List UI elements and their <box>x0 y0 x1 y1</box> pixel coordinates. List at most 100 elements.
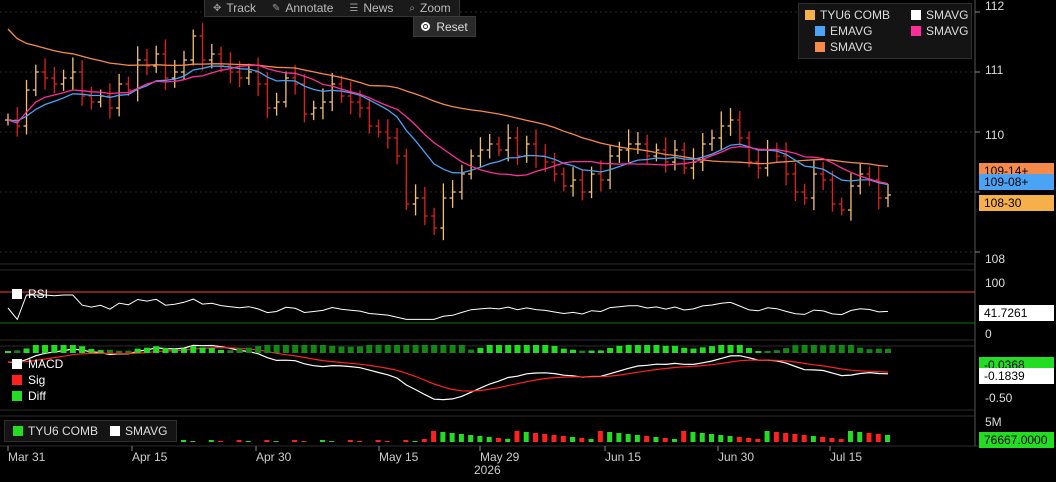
x-label: Jul 15 <box>830 450 863 464</box>
volume-bar <box>523 432 529 442</box>
volume-bar <box>829 438 835 442</box>
price-tag-emavg: 109-08+ <box>979 174 1054 190</box>
legend-item[interactable]: EMAVG <box>815 24 872 38</box>
volume-bar <box>579 438 585 442</box>
price-chart[interactable] <box>0 0 1056 477</box>
macd-diff-bar <box>727 345 734 353</box>
macd-diff-bar <box>421 345 428 353</box>
macd-diff-bar <box>236 348 243 353</box>
macd-diff-bar <box>681 347 688 353</box>
macd-diff-bar <box>319 345 326 353</box>
volume-bar <box>718 435 724 442</box>
volume-sma-legend-item[interactable]: SMAVG <box>125 424 167 438</box>
legend-item[interactable]: SMAVG <box>911 24 968 38</box>
macd-diff-bar <box>792 345 799 353</box>
macd-diff-bar <box>801 345 808 353</box>
volume-bar <box>505 439 511 442</box>
volume-bar <box>653 437 659 442</box>
volume-bar <box>357 441 362 442</box>
chart-stage[interactable] <box>0 0 1056 477</box>
zoom-button[interactable]: ⌕ Zoom <box>401 0 458 16</box>
legend-item[interactable]: SMAVG <box>911 8 968 22</box>
reset-button[interactable]: Reset <box>413 16 476 37</box>
volume-legend-item[interactable]: TYU6 COMB <box>28 424 98 438</box>
macd-diff-bar <box>449 345 456 353</box>
volume-bar <box>644 436 650 442</box>
x-label: Apr 30 <box>256 450 292 464</box>
legend-item[interactable]: TYU6 COMB <box>805 8 890 22</box>
macd-diff-bar <box>282 345 289 353</box>
macd-diff-bar <box>625 345 632 353</box>
volume-bar <box>440 432 446 442</box>
rsi-tick: 100 <box>985 276 1006 290</box>
macd-diff-bar <box>885 348 891 353</box>
macd-diff-bar <box>551 345 558 353</box>
volume-bar <box>421 439 427 442</box>
signal-line <box>7 346 889 392</box>
macd-diff-bar <box>458 345 465 353</box>
magnifier-icon: ⌕ <box>409 2 415 14</box>
x-year-label: 2026 <box>474 463 501 477</box>
news-button[interactable]: ☰ News <box>341 0 401 16</box>
macd-diff-bar <box>134 348 141 353</box>
macd-diff-bar <box>671 345 678 353</box>
radio-icon <box>421 22 431 31</box>
legend-swatch <box>815 26 825 36</box>
news-icon: ☰ <box>349 2 359 14</box>
volume-bar <box>588 439 594 442</box>
macd-diff-bar <box>505 345 512 353</box>
macd-diff-bar <box>523 345 530 353</box>
rsi-label[interactable]: RSI <box>12 287 48 301</box>
macd-diff-bar <box>755 350 762 353</box>
macd-diff-bar <box>5 351 11 353</box>
track-button[interactable]: ✥ Track <box>205 0 264 16</box>
volume-bar <box>431 431 437 442</box>
macd-diff-bar <box>820 345 827 353</box>
volume-bar <box>329 441 335 442</box>
macd-label[interactable]: MACD <box>12 357 63 371</box>
legend-item[interactable]: SMAVG <box>815 40 872 54</box>
volume-bar <box>746 438 752 442</box>
macd-diff-bar <box>292 345 299 353</box>
macd-diff-bar <box>718 345 725 353</box>
volume-bar <box>838 439 844 442</box>
annotate-button[interactable]: ✎ Annotate <box>264 0 341 16</box>
volume-bar <box>625 434 631 442</box>
macd-diff-bar <box>162 347 169 353</box>
diff-label[interactable]: Diff <box>12 389 46 403</box>
macd-diff-bar <box>486 345 493 353</box>
macd-diff-bar <box>79 346 86 353</box>
x-label: May 29 <box>480 450 520 464</box>
macd-diff-bar <box>412 345 419 353</box>
macd-diff-bar <box>634 345 641 353</box>
volume-tag: 76667.0000 <box>979 432 1054 448</box>
macd-diff-bar <box>42 345 49 353</box>
volume-bar <box>495 438 501 442</box>
volume-bar <box>783 433 789 442</box>
macd-diff-bar <box>301 345 308 353</box>
diff-swatch <box>12 391 22 401</box>
price-tag-last: 108-30 <box>979 195 1054 211</box>
macd-diff-bar <box>23 348 30 353</box>
volume-bar <box>847 431 853 442</box>
volume-bar <box>607 432 613 442</box>
volume-bar <box>560 436 566 442</box>
x-label: May 15 <box>379 450 419 464</box>
volume-bar <box>570 437 576 442</box>
sig-label[interactable]: Sig <box>12 373 45 387</box>
macd-diff-bar <box>310 345 317 353</box>
x-label: Jun 15 <box>605 450 642 464</box>
macd-diff-bar <box>607 347 614 353</box>
macd-diff-bar <box>866 349 873 353</box>
macd-diff-bar <box>69 345 76 353</box>
rsi-value-tag: 41.7261 <box>979 305 1054 321</box>
volume-bar <box>616 433 622 442</box>
macd-value-tag: -0.1839 <box>979 368 1054 384</box>
price-tick: 110 <box>985 128 1005 142</box>
x-label: Mar 31 <box>8 450 46 464</box>
macd-diff-bar <box>746 348 753 353</box>
volume-bar <box>662 438 668 442</box>
volume-bar <box>727 436 733 442</box>
macd-diff-bar <box>190 346 197 353</box>
macd-diff-bar <box>97 350 104 353</box>
